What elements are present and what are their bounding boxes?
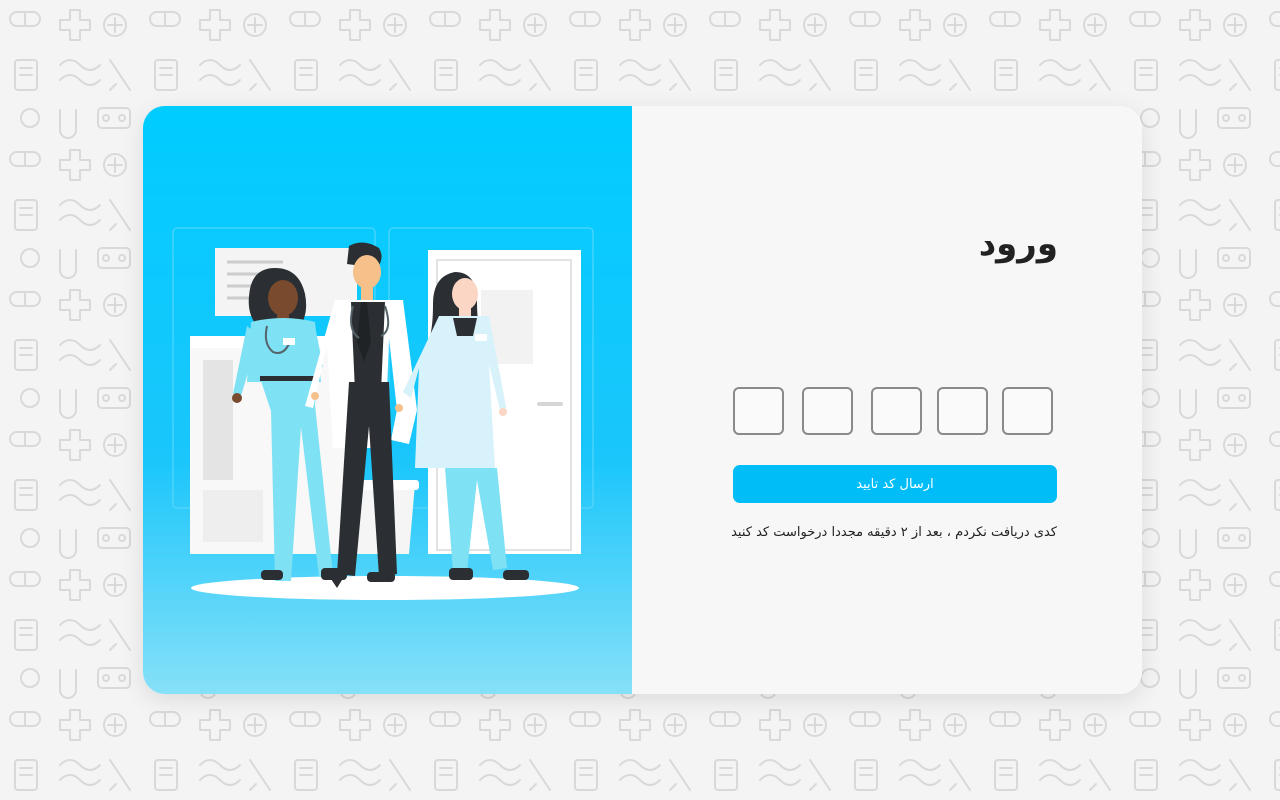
illustration-panel (143, 106, 632, 694)
otp-digit-box[interactable] (871, 387, 922, 435)
login-form-panel: ورود ارسال کد تایید کدی دریافت نکردم ، ب… (632, 106, 1142, 694)
login-card: ورود ارسال کد تایید کدی دریافت نکردم ، ب… (143, 106, 1142, 694)
medical-team-illustration (143, 227, 632, 600)
otp-digit-box[interactable] (733, 387, 784, 435)
page-title: ورود (978, 224, 1058, 264)
send-verification-code-button[interactable]: ارسال کد تایید (733, 465, 1057, 503)
otp-digit-box[interactable] (1002, 387, 1053, 435)
resend-code-note: کدی دریافت نکردم ، بعد از ۲ دقیقه مجددا … (731, 525, 1057, 540)
otp-digit-box[interactable] (802, 387, 853, 435)
otp-digit-box[interactable] (937, 387, 988, 435)
